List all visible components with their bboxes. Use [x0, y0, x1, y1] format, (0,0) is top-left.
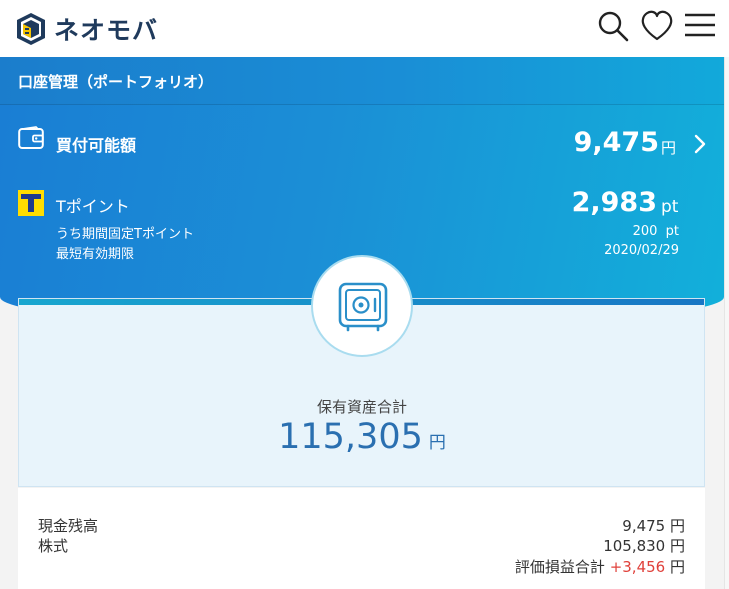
scroll-edge: [724, 57, 729, 589]
expiry-date: 2020/02/29: [604, 243, 679, 258]
search-icon[interactable]: [596, 9, 630, 43]
safe-badge: [311, 255, 413, 357]
total-assets-amount: 115,305: [278, 417, 423, 457]
asset-breakdown: 現金残高 株式 9,475 円 105,830 円 評価損益合計 +3,456 …: [18, 488, 705, 589]
buying-power-amount: 9,475: [573, 127, 659, 158]
brand-logo[interactable]: ネオモバ: [16, 11, 158, 47]
fixed-tpoint-value: 200 pt: [632, 224, 679, 239]
buying-power-unit: 円: [661, 139, 677, 157]
chevron-right-icon[interactable]: [693, 134, 707, 154]
unrealized-pnl-unit: 円: [669, 558, 685, 576]
unrealized-pnl-row: 評価損益合計 +3,456 円: [515, 556, 685, 577]
expiry-label: 最短有効期限: [56, 247, 135, 262]
unrealized-pnl-value: +3,456: [609, 558, 666, 576]
total-assets: 115,305 円: [0, 417, 724, 457]
cash-balance-label: 現金残高: [38, 517, 99, 535]
fixed-tpoint-label: うち期間固定Tポイント: [56, 227, 194, 242]
app-header: ネオモバ: [0, 0, 729, 57]
menu-icon[interactable]: [683, 9, 717, 43]
unrealized-pnl-label: 評価損益合計: [514, 558, 605, 576]
tpoint-label: Tポイント: [56, 197, 130, 216]
cash-balance-value: 9,475 円: [622, 517, 685, 535]
page-title: 口座管理（ポートフォリオ）: [18, 73, 214, 91]
total-assets-unit: 円: [428, 433, 446, 453]
tpoint-unit: pt: [661, 197, 679, 217]
tpoint-amount: 2,983: [571, 187, 657, 218]
portfolio-bar: 口座管理（ポートフォリオ）: [0, 57, 724, 105]
stocks-label: 株式: [38, 537, 69, 555]
wallet-icon: [18, 126, 44, 149]
stocks-value: 105,830 円: [603, 537, 685, 555]
total-assets-label: 保有資産合計: [316, 398, 407, 416]
safe-icon: [338, 282, 388, 332]
buying-power-label: 買付可能額: [56, 136, 137, 155]
heart-icon[interactable]: [640, 9, 674, 43]
logo-icon: [17, 13, 45, 45]
tpoint-icon: [18, 190, 44, 216]
brand-name: ネオモバ: [54, 16, 159, 45]
